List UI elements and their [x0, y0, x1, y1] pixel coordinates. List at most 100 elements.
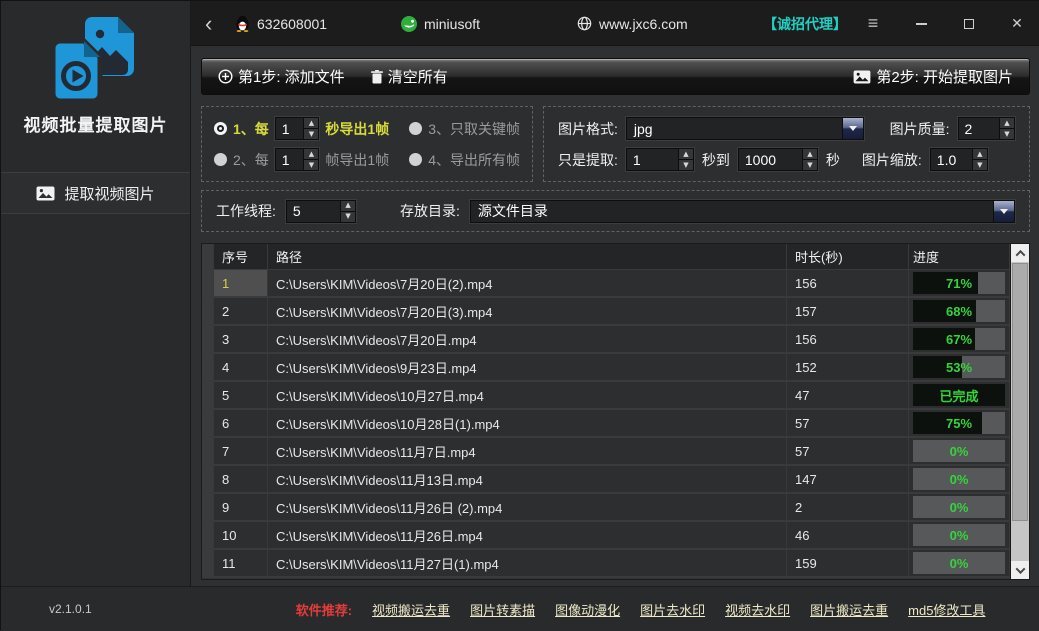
radio-keyframes-label: 3、只取关键帧: [428, 119, 520, 139]
row-path[interactable]: C:\Users\KIM\Videos\11月26日.mp4: [268, 522, 787, 548]
spinner-down-icon[interactable]: ▼: [1000, 129, 1014, 139]
brand-link[interactable]: miniusoft: [401, 1, 480, 46]
table-row[interactable]: 6C:\Users\KIM\Videos\10月28日(1).mp45775%: [202, 410, 1010, 438]
table-row[interactable]: 9C:\Users\KIM\Videos\11月26日 (2).mp420%: [202, 494, 1010, 522]
spinner-up-icon[interactable]: ▲: [304, 118, 318, 129]
start-extract-button[interactable]: 第2步: 开始提取图片: [847, 59, 1019, 94]
table-row[interactable]: 1C:\Users\KIM\Videos\7月20日(2).mp415671%: [202, 270, 1010, 298]
row-index[interactable]: 2: [214, 298, 268, 324]
column-header[interactable]: 时长(秒): [787, 244, 909, 269]
radio-all-frames[interactable]: [409, 153, 422, 166]
row-index[interactable]: 7: [214, 438, 268, 464]
clear-all-button[interactable]: 清空所有: [365, 59, 454, 94]
extract-from-value[interactable]: 1: [627, 149, 678, 170]
frame-mode-group: 1、每 1 ▲▼ 秒导出1帧 3、只取关键帧 2、每 1 ▲▼ 帧导出1帧 4、…: [201, 106, 533, 182]
footer-link[interactable]: 图片去水印: [640, 600, 705, 619]
spinner-up-icon[interactable]: ▲: [341, 201, 355, 212]
footer-link[interactable]: md5修改工具: [908, 600, 985, 619]
row-path[interactable]: C:\Users\KIM\Videos\11月26日 (2).mp4: [268, 494, 787, 520]
agent-recruit-link[interactable]: 【诚招代理】: [763, 1, 847, 46]
row-path[interactable]: C:\Users\KIM\Videos\11月27日(1).mp4: [268, 550, 787, 576]
qq-contact[interactable]: 632608001: [235, 1, 327, 46]
row-index[interactable]: 3: [214, 326, 268, 352]
radio-per-second[interactable]: [214, 122, 227, 135]
table-row[interactable]: 11C:\Users\KIM\Videos\11月27日(1).mp41590%: [202, 550, 1010, 578]
footer-link[interactable]: 视频搬运去重: [372, 600, 450, 619]
row-path[interactable]: C:\Users\KIM\Videos\7月20日(3).mp4: [268, 298, 787, 324]
maximize-button[interactable]: [960, 15, 978, 33]
spinner-down-icon[interactable]: ▼: [304, 160, 318, 170]
table-row[interactable]: 8C:\Users\KIM\Videos\11月13日.mp41470%: [202, 466, 1010, 494]
dropdown-arrow-icon[interactable]: [993, 201, 1014, 222]
column-header[interactable]: 路径: [268, 244, 787, 269]
row-path[interactable]: C:\Users\KIM\Videos\9月23日.mp4: [268, 354, 787, 380]
format-dropdown[interactable]: jpg: [626, 117, 864, 140]
table-row[interactable]: 5C:\Users\KIM\Videos\10月27日.mp447已完成: [202, 382, 1010, 410]
row-progress: 75%: [909, 410, 1010, 436]
column-header[interactable]: 进度: [909, 244, 1010, 269]
spinner-up-icon[interactable]: ▲: [304, 149, 318, 160]
row-index[interactable]: 9: [214, 494, 268, 520]
table-row[interactable]: 3C:\Users\KIM\Videos\7月20日.mp415667%: [202, 326, 1010, 354]
minimize-button[interactable]: [912, 15, 930, 33]
row-path[interactable]: C:\Users\KIM\Videos\7月20日(2).mp4: [268, 270, 787, 296]
threads-value[interactable]: 5: [287, 201, 340, 222]
row-path[interactable]: C:\Users\KIM\Videos\7月20日.mp4: [268, 326, 787, 352]
per-second-value[interactable]: 1: [276, 118, 304, 139]
row-progress: 67%: [909, 326, 1010, 352]
row-index[interactable]: 5: [214, 382, 268, 408]
vertical-scrollbar[interactable]: [1010, 244, 1029, 579]
spinner-down-icon[interactable]: ▼: [803, 160, 817, 170]
scale-value[interactable]: 1.0: [931, 149, 972, 170]
radio-per-frame[interactable]: [214, 153, 227, 166]
dir-dropdown[interactable]: 源文件目录: [470, 200, 1015, 223]
row-path[interactable]: C:\Users\KIM\Videos\10月27日.mp4: [268, 382, 787, 408]
menu-icon[interactable]: ≡: [864, 15, 882, 33]
scroll-up-icon[interactable]: [1011, 244, 1029, 262]
row-index[interactable]: 11: [214, 550, 268, 576]
radio-keyframes-only[interactable]: [409, 122, 422, 135]
progress-label: 53%: [913, 356, 1005, 378]
row-path[interactable]: C:\Users\KIM\Videos\11月13日.mp4: [268, 466, 787, 492]
footer-link[interactable]: 图片搬运去重: [810, 600, 888, 619]
row-index[interactable]: 4: [214, 354, 268, 380]
spinner-down-icon[interactable]: ▼: [973, 160, 987, 170]
spinner-up-icon[interactable]: ▲: [803, 149, 817, 160]
table-row[interactable]: 7C:\Users\KIM\Videos\11月7日.mp4570%: [202, 438, 1010, 466]
extract-to-value[interactable]: 1000: [739, 149, 802, 170]
radio-per-frame-suffix: 帧导出1帧: [325, 150, 389, 170]
row-index[interactable]: 1: [214, 270, 268, 296]
back-button[interactable]: ‹: [205, 1, 212, 46]
spinner-up-icon[interactable]: ▲: [973, 149, 987, 160]
scroll-down-icon[interactable]: [1011, 561, 1029, 579]
brand-logo-icon: [401, 16, 417, 32]
radio-all-frames-label: 4、导出所有帧: [428, 150, 520, 170]
scrollbar-thumb[interactable]: [1012, 263, 1028, 521]
website-url: www.jxc6.com: [599, 16, 688, 32]
column-header[interactable]: 序号: [214, 244, 268, 269]
footer-link[interactable]: 图像动漫化: [555, 600, 620, 619]
spinner-up-icon[interactable]: ▲: [1000, 118, 1014, 129]
row-path[interactable]: C:\Users\KIM\Videos\10月28日(1).mp4: [268, 410, 787, 436]
row-path[interactable]: C:\Users\KIM\Videos\11月7日.mp4: [268, 438, 787, 464]
footer-link[interactable]: 视频去水印: [725, 600, 790, 619]
spinner-down-icon[interactable]: ▼: [341, 212, 355, 222]
website-link[interactable]: www.jxc6.com: [577, 1, 688, 46]
image-icon: [853, 70, 871, 84]
table-row[interactable]: 10C:\Users\KIM\Videos\11月26日.mp4460%: [202, 522, 1010, 550]
close-button[interactable]: ✕: [1008, 15, 1026, 33]
footer-link[interactable]: 图片转素描: [470, 600, 535, 619]
table-row[interactable]: 4C:\Users\KIM\Videos\9月23日.mp415253%: [202, 354, 1010, 382]
dropdown-arrow-icon[interactable]: [842, 118, 863, 139]
spinner-down-icon[interactable]: ▼: [679, 160, 693, 170]
quality-value[interactable]: 2: [959, 118, 999, 139]
sidebar-item-extract-images[interactable]: 提取视频图片: [1, 172, 190, 214]
row-index[interactable]: 10: [214, 522, 268, 548]
spinner-down-icon[interactable]: ▼: [304, 129, 318, 139]
per-frame-value[interactable]: 1: [276, 149, 304, 170]
spinner-up-icon[interactable]: ▲: [679, 149, 693, 160]
row-index[interactable]: 6: [214, 410, 268, 436]
row-index[interactable]: 8: [214, 466, 268, 492]
add-files-button[interactable]: 第1步: 添加文件: [212, 59, 351, 94]
table-row[interactable]: 2C:\Users\KIM\Videos\7月20日(3).mp415768%: [202, 298, 1010, 326]
